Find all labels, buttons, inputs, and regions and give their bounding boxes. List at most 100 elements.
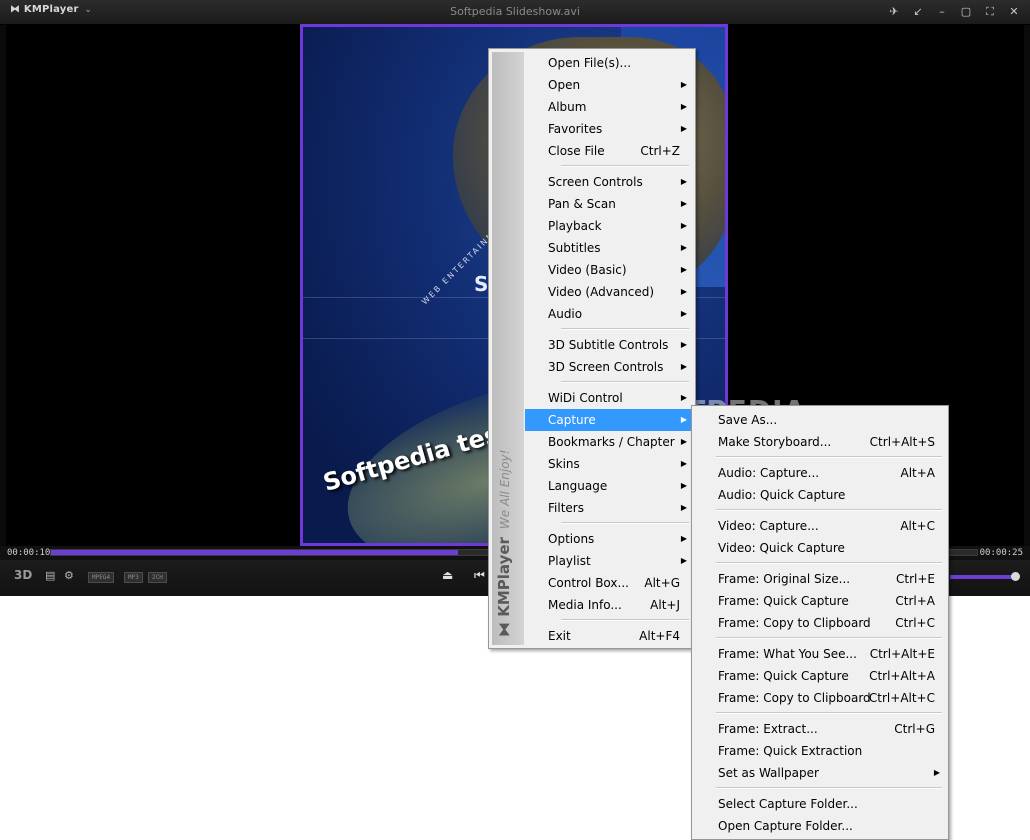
menu-item-pan-scan[interactable]: Pan & Scan ▶ <box>525 193 692 215</box>
menu-item-3d-screen-controls[interactable]: 3D Screen Controls ▶ <box>525 356 692 378</box>
three-d-button[interactable]: 3D <box>14 568 32 582</box>
gear-icon[interactable]: ⚙ <box>64 569 74 582</box>
capture-item-save-as[interactable]: Save As... <box>695 409 945 431</box>
menu-item-language[interactable]: Language ▶ <box>525 475 692 497</box>
submenu-arrow-icon: ▶ <box>680 481 687 490</box>
capture-item-audio-capture[interactable]: Audio: Capture... Alt+A <box>695 462 945 484</box>
menu-item-shortcut: Ctrl+E <box>896 572 935 586</box>
eject-icon[interactable]: ⏏ <box>442 568 453 582</box>
submenu-arrow-icon: ▶ <box>680 80 687 89</box>
capture-item-frame-copy-to-clipboard[interactable]: Frame: Copy to Clipboard Ctrl+Alt+C <box>695 687 945 709</box>
pin-icon[interactable]: ✈ <box>886 5 902 19</box>
time-total: 00:00:25 <box>979 548 1023 558</box>
menu-separator <box>716 509 942 511</box>
capture-item-open-capture-folder[interactable]: Open Capture Folder... <box>695 815 945 837</box>
submenu-arrow-icon: ▶ <box>680 102 687 111</box>
volume-slider[interactable] <box>950 575 1014 579</box>
submenu-arrow-icon: ▶ <box>680 362 687 371</box>
menu-item-favorites[interactable]: Favorites ▶ <box>525 118 692 140</box>
menu-item-label: Video (Basic) <box>548 263 627 277</box>
minimize-button[interactable]: – <box>934 5 950 19</box>
menu-item-control-box[interactable]: Control Box... Alt+G <box>525 572 692 594</box>
submenu-arrow-icon: ▶ <box>680 177 687 186</box>
window-title: Softpedia Slideshow.avi <box>450 5 580 18</box>
capture-item-select-capture-folder[interactable]: Select Capture Folder... <box>695 793 945 815</box>
capture-item-video-capture[interactable]: Video: Capture... Alt+C <box>695 515 945 537</box>
menu-item-widi-control[interactable]: WiDi Control ▶ <box>525 387 692 409</box>
close-button[interactable]: ✕ <box>1006 5 1022 19</box>
previous-icon[interactable]: ⏮ <box>474 568 485 583</box>
menu-item-label: Frame: Copy to Clipboard <box>718 616 871 630</box>
menu-item-label: Select Capture Folder... <box>718 797 858 811</box>
capture-item-audio-quick-capture[interactable]: Audio: Quick Capture <box>695 484 945 506</box>
capture-item-frame-quick-capture[interactable]: Frame: Quick Capture Ctrl+A <box>695 590 945 612</box>
submenu-arrow-icon: ▶ <box>680 199 687 208</box>
menu-item-video-basic[interactable]: Video (Basic) ▶ <box>525 259 692 281</box>
menu-item-shortcut: Ctrl+Alt+A <box>869 669 935 683</box>
menu-item-shortcut: Alt+J <box>650 598 680 612</box>
menu-item-label: Open <box>548 78 581 92</box>
capture-item-make-storyboard[interactable]: Make Storyboard... Ctrl+Alt+S <box>695 431 945 453</box>
menu-item-label: 3D Subtitle Controls <box>548 338 669 352</box>
menu-item-capture[interactable]: Capture ▶ <box>525 409 692 431</box>
menu-item-playback[interactable]: Playback ▶ <box>525 215 692 237</box>
menu-item-label: 3D Screen Controls <box>548 360 664 374</box>
video-letter: S <box>474 272 489 296</box>
menu-item-3d-subtitle-controls[interactable]: 3D Subtitle Controls ▶ <box>525 334 692 356</box>
capture-item-frame-original-size[interactable]: Frame: Original Size... Ctrl+E <box>695 568 945 590</box>
menu-item-label: Pan & Scan <box>548 197 616 211</box>
menu-item-options[interactable]: Options ▶ <box>525 528 692 550</box>
submenu-arrow-icon: ▶ <box>680 340 687 349</box>
maximize-button[interactable]: ▢ <box>958 5 974 19</box>
menu-item-label: Filters <box>548 501 584 515</box>
menu-item-shortcut: Ctrl+Alt+S <box>869 435 935 449</box>
mini-mode-icon[interactable]: ↙ <box>910 5 926 19</box>
playlist-icon[interactable]: ▤ <box>45 569 55 582</box>
menu-item-open[interactable]: Open ▶ <box>525 74 692 96</box>
menu-item-label: Media Info... <box>548 598 622 612</box>
capture-item-frame-what-you-see[interactable]: Frame: What You See... Ctrl+Alt+E <box>695 643 945 665</box>
menu-item-label: Language <box>548 479 608 493</box>
menu-item-shortcut: Alt+A <box>900 466 935 480</box>
menu-item-exit[interactable]: Exit Alt+F4 <box>525 625 692 647</box>
menu-item-shortcut: Alt+C <box>900 519 935 533</box>
menu-item-label: Frame: Quick Capture <box>718 594 849 608</box>
menu-item-close-file[interactable]: Close File Ctrl+Z <box>525 140 692 162</box>
menu-item-label: Audio <box>548 307 583 321</box>
menu-item-label: Video: Capture... <box>718 519 819 533</box>
menu-item-label: Frame: Copy to Clipboard <box>718 691 871 705</box>
submenu-arrow-icon: ▶ <box>680 221 687 230</box>
menu-item-label: Album <box>548 100 587 114</box>
menu-item-label: Frame: Quick Extraction <box>718 744 863 758</box>
seek-bar-fill <box>51 550 459 555</box>
menu-item-skins[interactable]: Skins ▶ <box>525 453 692 475</box>
menu-item-label: Video: Quick Capture <box>718 541 845 555</box>
capture-item-frame-quick-extraction[interactable]: Frame: Quick Extraction <box>695 740 945 762</box>
volume-knob[interactable] <box>1011 572 1020 581</box>
capture-item-frame-copy-to-clipboard[interactable]: Frame: Copy to Clipboard Ctrl+C <box>695 612 945 634</box>
menu-item-label: WiDi Control <box>548 391 623 405</box>
menu-item-playlist[interactable]: Playlist ▶ <box>525 550 692 572</box>
menu-item-album[interactable]: Album ▶ <box>525 96 692 118</box>
capture-submenu: Save As... Make Storyboard... Ctrl+Alt+S Au… <box>691 405 949 840</box>
capture-item-frame-extract[interactable]: Frame: Extract... Ctrl+G <box>695 718 945 740</box>
menu-item-screen-controls[interactable]: Screen Controls ▶ <box>525 171 692 193</box>
capture-item-frame-quick-capture[interactable]: Frame: Quick Capture Ctrl+Alt+A <box>695 665 945 687</box>
volume-fill <box>950 575 1014 579</box>
context-menu: ⧓ KMPlayer We All Enjoy! Open File(s)... O… <box>488 48 696 649</box>
menu-item-label: Subtitles <box>548 241 601 255</box>
submenu-arrow-icon: ▶ <box>680 503 687 512</box>
capture-item-video-quick-capture[interactable]: Video: Quick Capture <box>695 537 945 559</box>
menu-item-media-info[interactable]: Media Info... Alt+J <box>525 594 692 616</box>
fullscreen-button[interactable]: ⛶ <box>982 5 998 19</box>
menu-item-label: Frame: What You See... <box>718 647 857 661</box>
menu-item-subtitles[interactable]: Subtitles ▶ <box>525 237 692 259</box>
menu-item-audio[interactable]: Audio ▶ <box>525 303 692 325</box>
capture-item-set-as-wallpaper[interactable]: Set as Wallpaper ▶ <box>695 762 945 784</box>
menu-item-bookmarks-chapter[interactable]: Bookmarks / Chapter ▶ <box>525 431 692 453</box>
menu-separator <box>716 787 942 789</box>
menu-item-open-file-s[interactable]: Open File(s)... <box>525 52 692 74</box>
menu-item-video-advanced[interactable]: Video (Advanced) ▶ <box>525 281 692 303</box>
menu-item-label: Open Capture Folder... <box>718 819 853 833</box>
menu-item-filters[interactable]: Filters ▶ <box>525 497 692 519</box>
